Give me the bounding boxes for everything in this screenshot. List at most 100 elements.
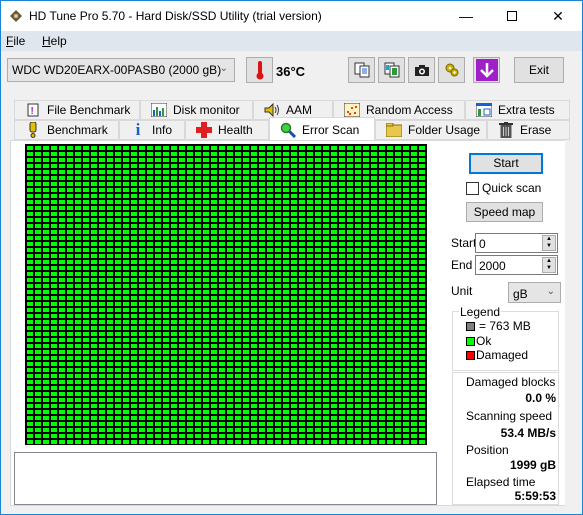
scan-block	[347, 236, 353, 240]
scan-block	[395, 200, 401, 204]
scan-block	[251, 182, 257, 186]
scan-block	[51, 404, 57, 408]
exit-button[interactable]: Exit	[514, 57, 564, 83]
scan-block	[419, 314, 425, 318]
scan-block	[387, 320, 393, 324]
scan-block	[187, 206, 193, 210]
scan-block	[379, 338, 385, 342]
start-position-input[interactable]: 0 ▲ ▼	[475, 233, 558, 253]
scan-block	[107, 338, 113, 342]
scan-block	[227, 422, 233, 426]
scan-block	[155, 302, 161, 306]
scan-block	[171, 320, 177, 324]
scan-block	[171, 308, 177, 312]
tab-file-benchmark[interactable]: ! File Benchmark	[14, 100, 140, 120]
scan-block	[219, 338, 225, 342]
scan-block	[355, 278, 361, 282]
copy-screenshot-button[interactable]	[378, 57, 405, 83]
scan-block	[171, 332, 177, 336]
options-button[interactable]	[438, 57, 465, 83]
scan-block	[347, 410, 353, 414]
tab-folder-usage[interactable]: Folder Usage	[375, 120, 487, 140]
scan-block	[251, 374, 257, 378]
scan-block	[387, 332, 393, 336]
scan-block	[123, 164, 129, 168]
scan-block	[267, 260, 273, 264]
scan-block	[387, 362, 393, 366]
speed-map-button[interactable]: Speed map	[466, 202, 543, 222]
scan-block	[371, 182, 377, 186]
scan-block	[267, 230, 273, 234]
scan-block	[235, 338, 241, 342]
scan-block	[179, 392, 185, 396]
tab-extra-tests[interactable]: Extra tests	[465, 100, 570, 120]
tab-health[interactable]: Health	[185, 120, 269, 140]
save-button[interactable]	[473, 57, 500, 83]
scan-block	[91, 188, 97, 192]
scan-block	[219, 164, 225, 168]
scan-block	[347, 428, 353, 432]
menu-help[interactable]: Help	[42, 34, 67, 48]
scan-block	[171, 422, 177, 426]
scan-block	[147, 344, 153, 348]
scan-block	[155, 176, 161, 180]
scan-block	[59, 242, 65, 246]
scan-block	[99, 206, 105, 210]
scan-block	[283, 356, 289, 360]
scan-block	[323, 242, 329, 246]
tab-erase[interactable]: Erase	[487, 120, 570, 140]
scan-block	[219, 254, 225, 258]
tab-info[interactable]: i Info	[119, 120, 185, 140]
tab-disk-monitor[interactable]: Disk monitor	[140, 100, 253, 120]
scan-block	[83, 434, 89, 438]
scan-block	[403, 254, 409, 258]
unit-select[interactable]: gB ⌄	[508, 282, 561, 303]
end-spinner[interactable]: ▲ ▼	[542, 257, 556, 273]
tab-benchmark[interactable]: Benchmark	[14, 120, 119, 140]
scan-block	[323, 380, 329, 384]
scan-block	[27, 404, 33, 408]
scan-block	[355, 404, 361, 408]
scan-block	[267, 350, 273, 354]
scan-block	[387, 182, 393, 186]
scan-block	[27, 326, 33, 330]
menu-file[interactable]: File	[6, 34, 25, 48]
scan-block	[163, 356, 169, 360]
scan-block	[299, 170, 305, 174]
speaker-icon	[264, 102, 280, 118]
scan-block	[387, 158, 393, 162]
scan-block	[267, 290, 273, 294]
quick-scan-label[interactable]: Quick scan	[482, 181, 541, 195]
scan-block	[203, 296, 209, 300]
scan-block	[219, 248, 225, 252]
scan-block	[59, 332, 65, 336]
scan-block	[27, 320, 33, 324]
scan-block	[371, 326, 377, 330]
minimize-button[interactable]: —	[443, 1, 489, 31]
maximize-button[interactable]	[489, 1, 535, 31]
copy-text-button[interactable]	[348, 57, 375, 83]
scan-block	[131, 332, 137, 336]
scan-block	[355, 416, 361, 420]
scan-block	[347, 242, 353, 246]
scan-block	[187, 248, 193, 252]
scan-block	[171, 416, 177, 420]
scan-block	[243, 170, 249, 174]
scan-block	[243, 362, 249, 366]
quick-scan-checkbox[interactable]	[466, 182, 479, 195]
drive-select[interactable]: WDC WD20EARX-00PASB0 (2000 gB) ⌄	[7, 58, 235, 82]
scan-block	[307, 278, 313, 282]
end-position-input[interactable]: 2000 ▲ ▼	[475, 255, 558, 275]
tab-error-scan[interactable]: Error Scan	[269, 117, 375, 141]
scan-block	[171, 434, 177, 438]
scan-block	[235, 410, 241, 414]
scan-block	[99, 254, 105, 258]
scan-block	[115, 218, 121, 222]
start-spinner[interactable]: ▲ ▼	[542, 235, 556, 251]
scan-block	[155, 230, 161, 234]
temperature-button[interactable]	[246, 57, 273, 83]
screenshot-button[interactable]	[408, 57, 435, 83]
start-button[interactable]: Start	[469, 153, 543, 174]
close-button[interactable]: ✕	[535, 1, 581, 31]
scan-block	[107, 248, 113, 252]
